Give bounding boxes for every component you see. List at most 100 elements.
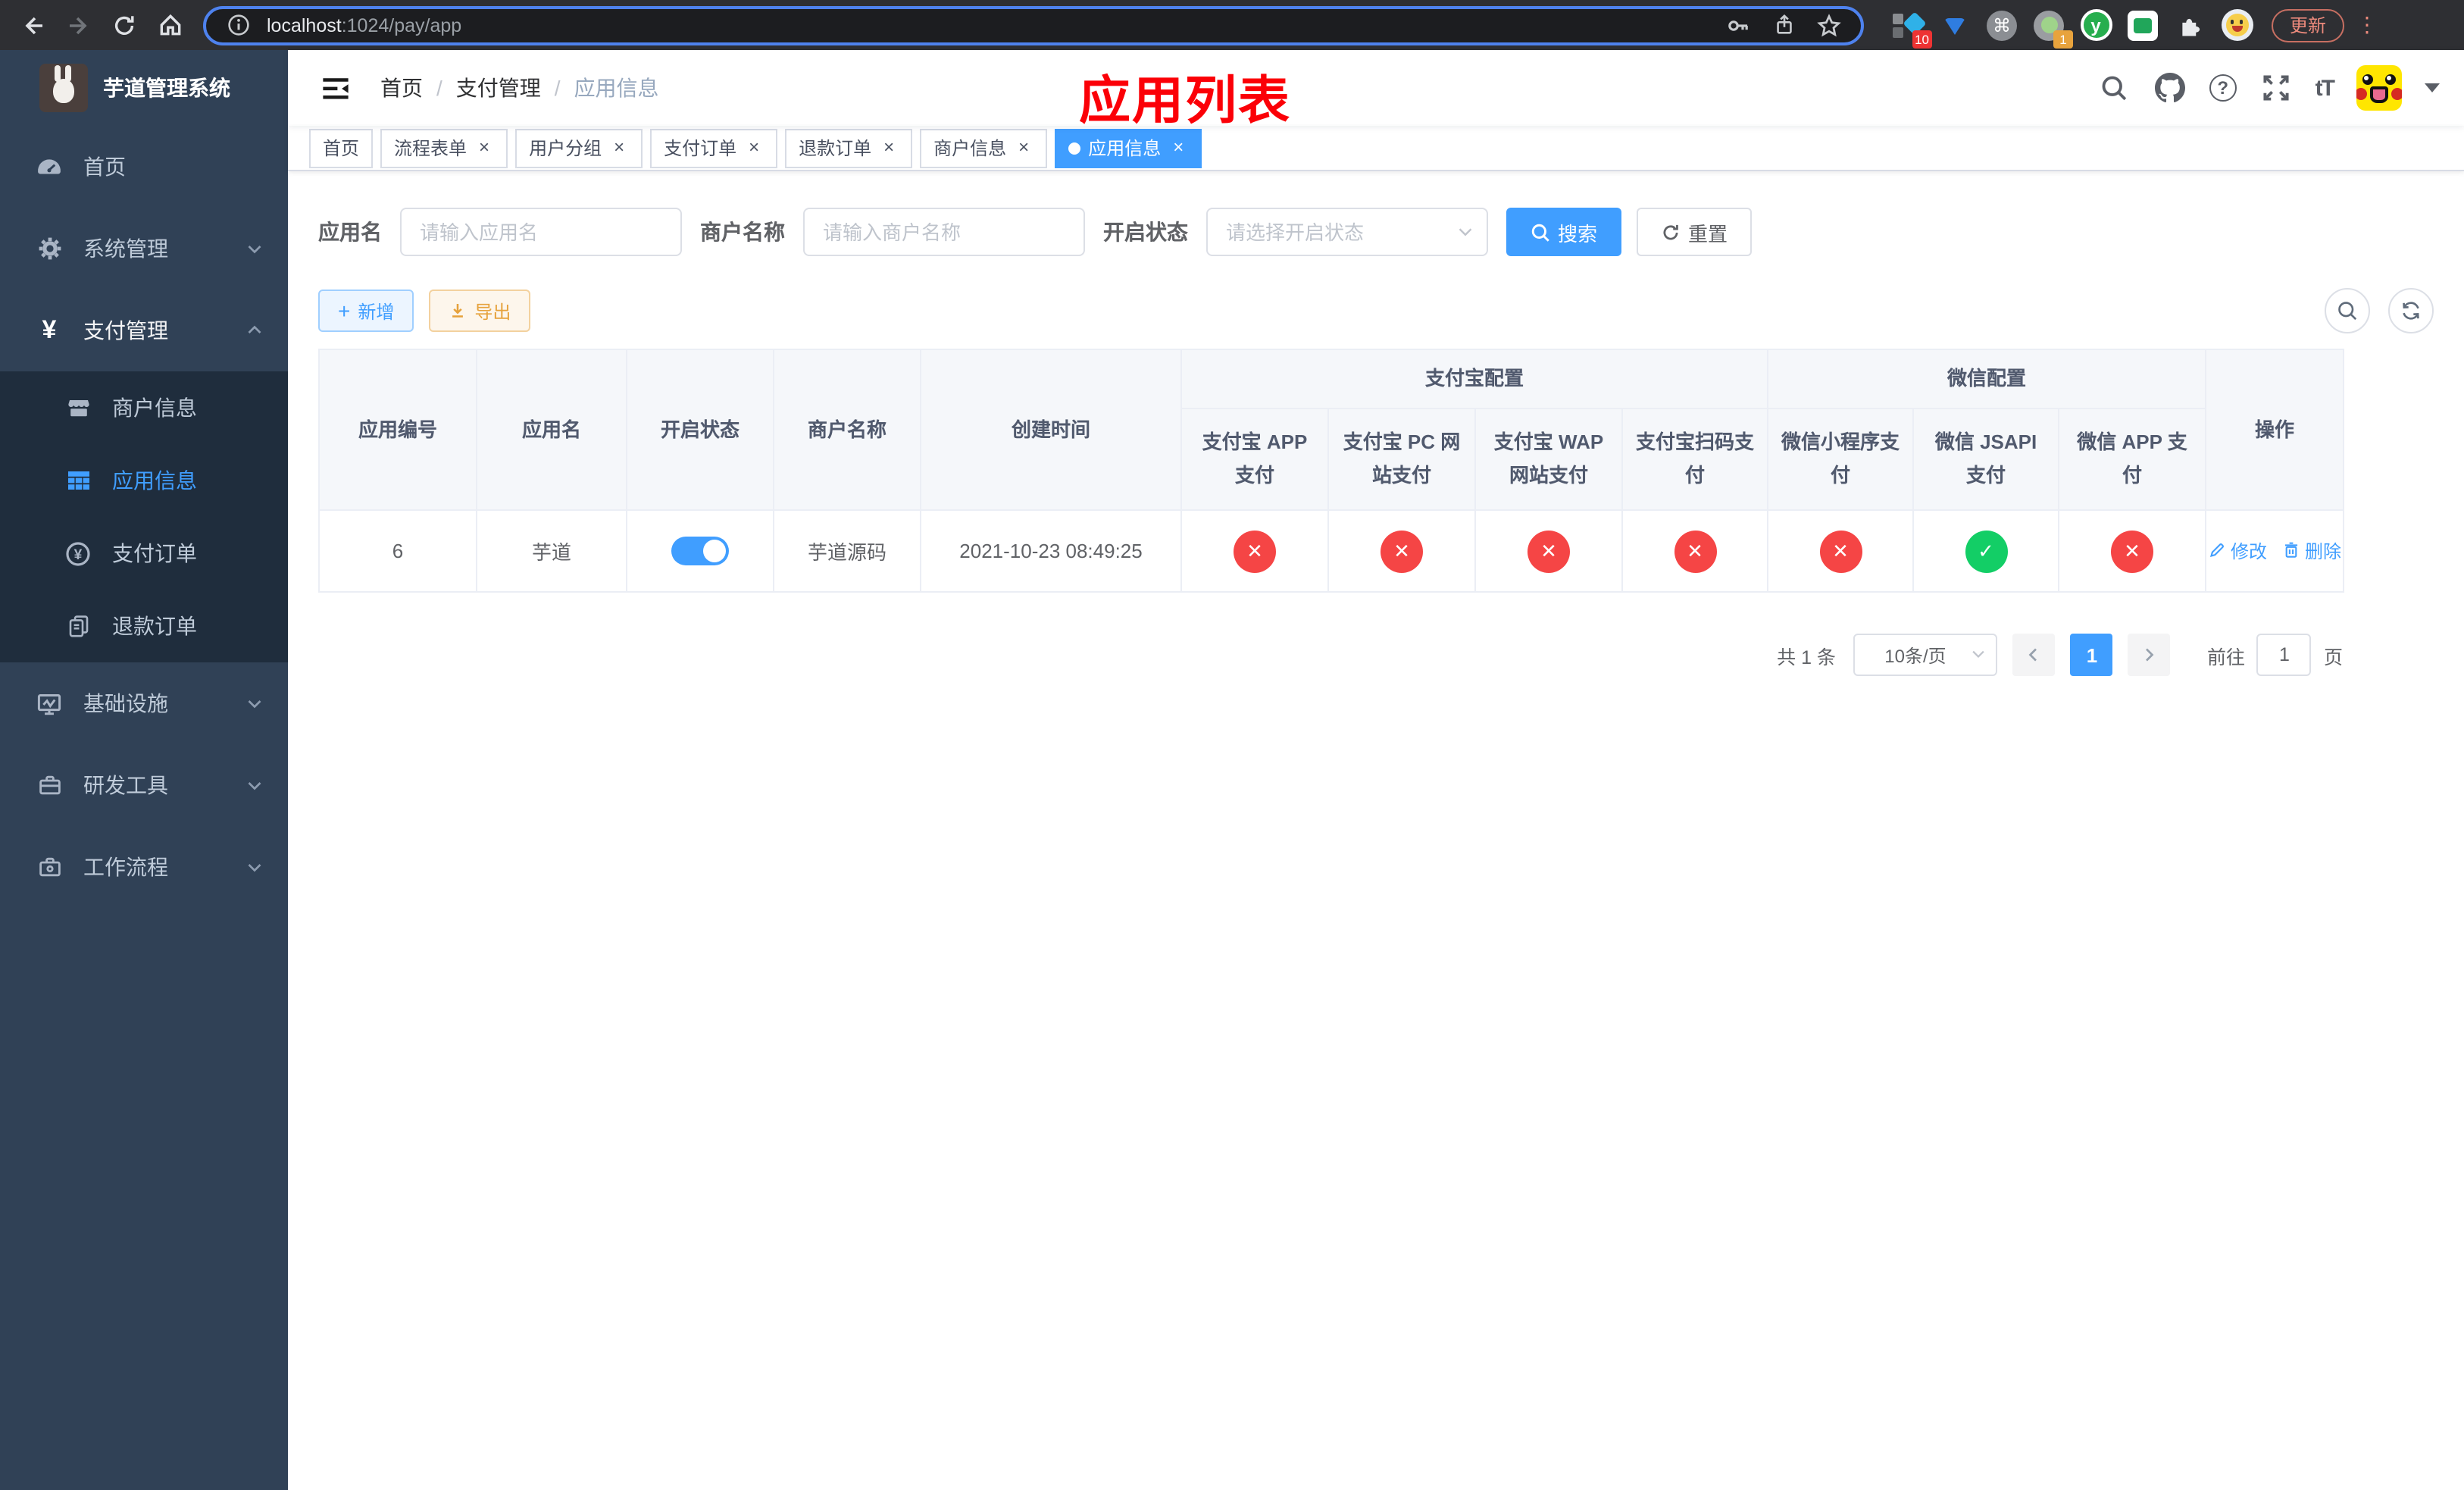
col-header-created: 创建时间: [920, 349, 1182, 511]
svg-text:¥: ¥: [74, 546, 83, 562]
avatar-caret-icon[interactable]: [2425, 83, 2440, 100]
chevron-down-icon: [1456, 223, 1474, 241]
col-header-id: 应用编号: [318, 349, 477, 511]
extension-target-icon[interactable]: 1: [2032, 8, 2073, 48]
chevron-down-icon: [245, 239, 264, 258]
extension-chat-icon[interactable]: [2126, 8, 2159, 42]
grid-icon: [65, 468, 91, 493]
app-logo-rabbit: [39, 64, 88, 112]
tab-process-form[interactable]: 流程表单 ×: [380, 128, 508, 167]
edit-link[interactable]: 修改: [2208, 538, 2267, 564]
breadcrumb-current: 应用信息: [574, 76, 659, 100]
goto-page-input[interactable]: [2256, 634, 2312, 676]
next-page-button[interactable]: [2128, 634, 2171, 676]
table-row: 6 芋道 芋道源码 2021-10-23 08:49:25 ✕ ✕ ✕ ✕ ✕ …: [318, 509, 2345, 593]
prev-page-button[interactable]: [2012, 634, 2056, 676]
pagination: 共 1 条 1 前往: [318, 634, 2343, 676]
reset-button[interactable]: 重置: [1637, 208, 1753, 256]
chevron-down-icon: [1971, 646, 1987, 662]
extensions-puzzle-icon[interactable]: [2173, 8, 2206, 42]
tab-refund-order[interactable]: 退款订单 ×: [785, 128, 913, 167]
browser-forward-button[interactable]: [58, 4, 100, 46]
breadcrumb-home[interactable]: 首页: [380, 73, 423, 103]
browser-update-button[interactable]: 更新: [2272, 8, 2345, 42]
sidebar-item-app-info[interactable]: 应用信息: [0, 444, 288, 517]
share-icon[interactable]: [1767, 8, 1800, 42]
gear-icon: [36, 236, 62, 261]
close-icon[interactable]: ×: [879, 138, 899, 158]
delete-link[interactable]: 删除: [2282, 538, 2341, 564]
user-avatar[interactable]: [2356, 65, 2402, 111]
sidebar-item-infrastructure[interactable]: 基础设施: [0, 662, 288, 744]
sidebar-collapse-icon[interactable]: [312, 74, 359, 102]
sidebar-item-system[interactable]: 系统管理: [0, 208, 288, 290]
bookmark-star-icon[interactable]: [1812, 8, 1846, 42]
wx-jsapi-status-icon: ✓: [1965, 530, 2008, 572]
site-info-icon[interactable]: [221, 8, 255, 42]
close-icon[interactable]: ×: [1014, 138, 1033, 158]
col-header-wx-mini: 微信小程序支付: [1767, 408, 1915, 511]
goto-label: 前往: [2206, 646, 2245, 668]
col-header-status: 开启状态: [626, 349, 774, 511]
dashboard-icon: [36, 154, 62, 180]
extension-grid-icon[interactable]: 10: [1891, 8, 1932, 48]
sidebar-item-dev-tools[interactable]: 研发工具: [0, 744, 288, 826]
tab-pay-order[interactable]: 支付订单 ×: [650, 128, 778, 167]
help-icon[interactable]: ?: [2209, 74, 2237, 102]
merchant-name-input[interactable]: [803, 208, 1085, 256]
col-header-merchant: 商户名称: [773, 349, 921, 511]
add-button[interactable]: + 新增: [318, 290, 414, 332]
refresh-table-button[interactable]: [2388, 288, 2434, 333]
export-button[interactable]: 导出: [429, 290, 531, 332]
cell-app-id: 6: [318, 509, 477, 593]
page-size-select[interactable]: [1853, 634, 1998, 676]
current-page[interactable]: 1: [2070, 634, 2113, 676]
sidebar-item-workflow[interactable]: 工作流程: [0, 826, 288, 908]
sidebar-item-merchant-info[interactable]: 商户信息: [0, 371, 288, 444]
browser-profile-avatar[interactable]: [2220, 8, 2253, 42]
header-search-icon[interactable]: [2097, 71, 2131, 105]
browser-menu-icon[interactable]: ⋮: [2353, 12, 2381, 38]
browser-reload-button[interactable]: [103, 4, 145, 46]
sidebar-item-pay-order[interactable]: ¥ 支付订单: [0, 517, 288, 590]
status-select[interactable]: [1206, 208, 1488, 256]
tab-user-group[interactable]: 用户分组 ×: [515, 128, 643, 167]
extension-command-icon[interactable]: ⌘: [1985, 8, 2018, 42]
sidebar-item-home[interactable]: 首页: [0, 126, 288, 208]
sidebar-item-payment[interactable]: ¥ 支付管理: [0, 290, 288, 371]
breadcrumb-payment[interactable]: 支付管理: [456, 73, 541, 103]
tab-merchant-info[interactable]: 商户信息 ×: [920, 128, 1048, 167]
address-bar[interactable]: localhost:1024/pay/app: [203, 5, 1864, 45]
tab-home[interactable]: 首页: [309, 128, 374, 167]
fullscreen-icon[interactable]: [2259, 71, 2293, 105]
extension-y-icon[interactable]: y: [2079, 8, 2112, 42]
toggle-search-button[interactable]: [2325, 288, 2370, 333]
search-button[interactable]: 搜索: [1506, 208, 1622, 256]
password-key-icon[interactable]: [1721, 8, 1755, 42]
close-icon[interactable]: ×: [1168, 138, 1188, 158]
main-area: 首页 / 支付管理 / 应用信息 应用列表 ? tT 首页 流程表单 × 用户分…: [288, 50, 2464, 1490]
app-name-input[interactable]: [400, 208, 682, 256]
browser-home-button[interactable]: [149, 4, 191, 46]
app-name-label: 应用名: [318, 220, 382, 244]
cell-merchant: 芋道源码: [773, 509, 921, 593]
browser-chrome: localhost:1024/pay/app 10 ⌘ 1 y 更新 ⋮: [0, 0, 2464, 50]
app-logo-row[interactable]: 芋道管理系统: [0, 50, 288, 126]
status-toggle[interactable]: [671, 537, 729, 565]
close-icon[interactable]: ×: [609, 138, 629, 158]
tags-view-bar: 首页 流程表单 × 用户分组 × 支付订单 × 退款订单 × 商户信息 × 应用信息 ×: [288, 126, 2464, 171]
close-icon[interactable]: ×: [474, 138, 494, 158]
text-size-icon[interactable]: tT: [2315, 75, 2335, 101]
merchant-name-label: 商户名称: [700, 220, 785, 244]
browser-back-button[interactable]: [12, 4, 55, 46]
sidebar-item-refund-order[interactable]: 退款订单: [0, 590, 288, 662]
close-icon[interactable]: ×: [744, 138, 764, 158]
alipay-app-status-icon: ✕: [1234, 530, 1276, 572]
payment-submenu: 商户信息 应用信息 ¥ 支付订单 退款订单: [0, 371, 288, 662]
tab-app-info-active[interactable]: 应用信息 ×: [1055, 128, 1202, 167]
extension-kite-icon[interactable]: [1938, 8, 1972, 42]
yen-icon: ¥: [42, 315, 57, 344]
chevron-down-icon: [245, 858, 264, 876]
github-icon[interactable]: [2153, 71, 2187, 105]
url-text: localhost:1024/pay/app: [267, 14, 462, 36]
